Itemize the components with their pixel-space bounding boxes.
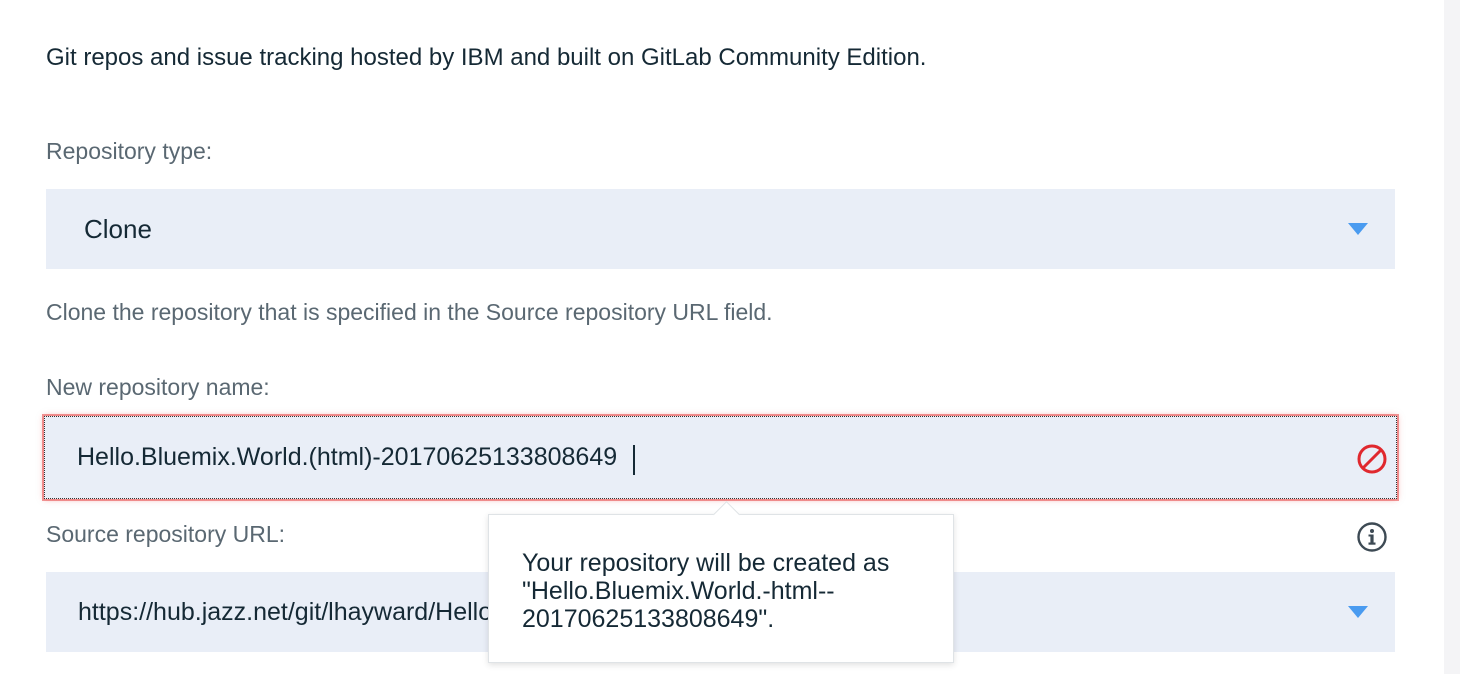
repository-type-label: Repository type: [46, 138, 213, 164]
scrollbar-track[interactable] [1444, 0, 1460, 674]
source-repository-url-value: https://hub.jazz.net/git/lhayward/Hello.… [78, 598, 498, 626]
repository-type-select[interactable]: Clone [46, 189, 1395, 269]
source-repository-url-label: Source repository URL: [46, 521, 286, 547]
service-description: Git repos and issue tracking hosted by I… [46, 44, 927, 71]
repository-type-help-text: Clone the repository that is specified i… [46, 299, 773, 325]
repository-name-tooltip: Your repository will be created as "Hell… [488, 501, 954, 663]
no-entry-icon [1357, 444, 1387, 474]
repository-type-value: Clone [84, 214, 152, 244]
text-cursor [633, 445, 635, 475]
info-circle-icon[interactable] [1356, 521, 1388, 553]
caret-down-icon [1348, 606, 1368, 618]
tooltip-pointer [713, 501, 740, 528]
repository-settings-panel: Git repos and issue tracking hosted by I… [0, 0, 1460, 674]
new-repository-name-input[interactable] [77, 417, 1297, 498]
caret-down-icon [1348, 223, 1368, 235]
new-repository-name-label: New repository name: [46, 374, 270, 400]
tooltip-text: Your repository will be created as "Hell… [522, 549, 890, 633]
new-repository-name-field[interactable] [44, 416, 1397, 499]
